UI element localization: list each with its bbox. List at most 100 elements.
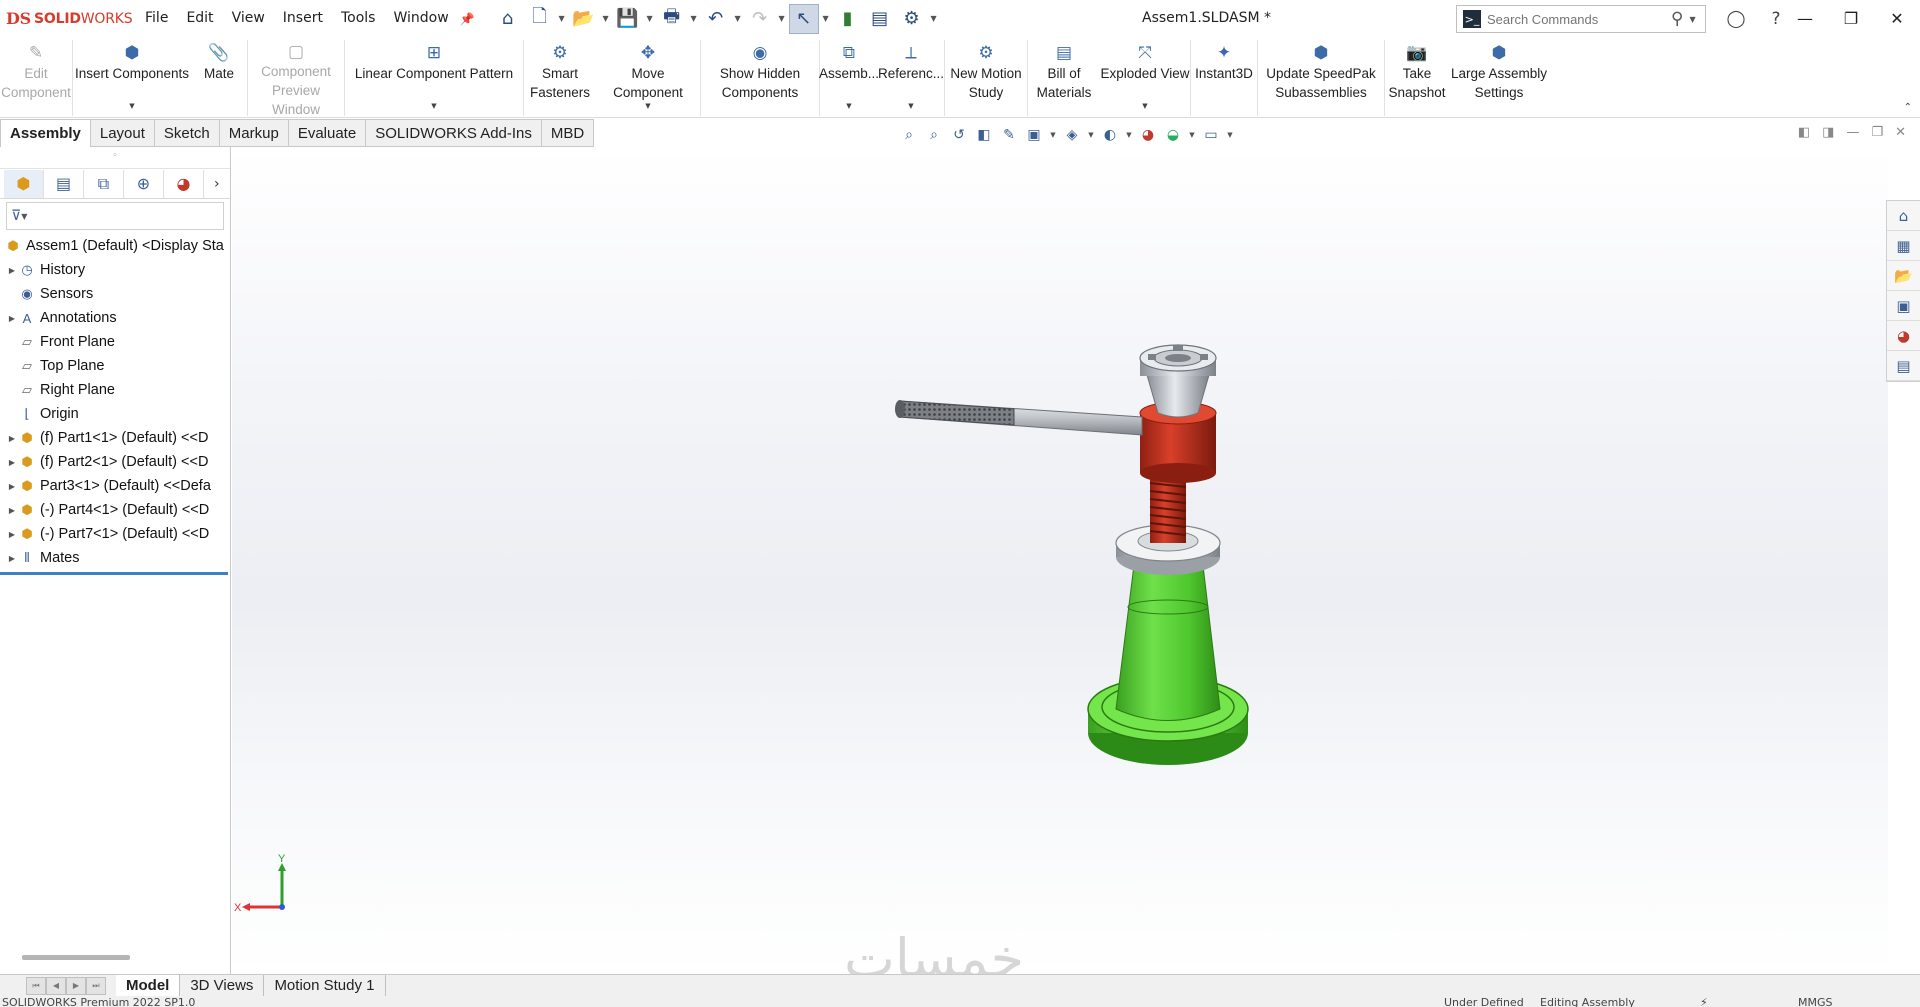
tree-item-part[interactable]: ▶ ⬢ (f) Part1<1> (Default) <<D (0, 426, 230, 450)
apply-scene-dropdown-icon[interactable]: ▼ (1187, 131, 1197, 139)
tile-left-icon[interactable]: ◧ (1798, 125, 1810, 140)
ribbon-dropdown-icon[interactable]: ▼ (645, 102, 650, 110)
ribbon-button-exploded-view[interactable]: ⤧ Exploded View ▼ (1100, 37, 1190, 118)
display-manager-tab-icon[interactable]: ◕ (164, 169, 204, 198)
appearances-scenes-icon[interactable]: ◕ (1887, 321, 1920, 351)
solidworks-resources-home-icon[interactable]: ⌂ (1887, 201, 1920, 231)
search-commands-box[interactable]: >_ ⚲ ▼ (1456, 5, 1706, 33)
undo-icon[interactable]: ↶ (701, 4, 731, 34)
ribbon-dropdown-icon[interactable]: ▼ (129, 102, 134, 110)
menu-view[interactable]: View (223, 0, 274, 37)
select-dropdown-icon[interactable]: ▼ (821, 14, 831, 23)
solidworks-logo[interactable]: DS SOLID WORKS (0, 9, 136, 28)
ribbon-dropdown-icon[interactable]: ▼ (846, 102, 851, 110)
expand-arrow-icon[interactable]: ▶ (6, 314, 18, 323)
configuration-manager-tab-icon[interactable]: ⧉ (84, 169, 124, 198)
tree-item-part[interactable]: ▶ ⬢ (-) Part7<1> (Default) <<D (0, 522, 230, 546)
menu-file[interactable]: File (136, 0, 177, 37)
last-tab-icon[interactable]: ⏭ (86, 976, 106, 995)
tab-markup[interactable]: Markup (219, 119, 289, 147)
redo-dropdown-icon[interactable]: ▼ (777, 14, 787, 23)
rebuild-status-icon[interactable]: ⚡ (1700, 997, 1708, 1007)
view-settings-dropdown-icon[interactable]: ▼ (1225, 131, 1235, 139)
hide-show-items-icon[interactable]: ◐ (1099, 125, 1121, 145)
options-gear-icon[interactable]: ⚙ (897, 4, 927, 34)
tree-filter-box[interactable]: ⊽ ▼ (6, 202, 224, 230)
first-tab-icon[interactable]: ⏮ (26, 976, 46, 995)
file-explorer-icon[interactable]: 📂 (1887, 261, 1920, 291)
tree-item-part[interactable]: ▶ ⬢ (f) Part2<1> (Default) <<D (0, 450, 230, 474)
design-library-icon[interactable]: ▦ (1887, 231, 1920, 261)
tree-item-plane[interactable]: ▶▱Top Plane (0, 354, 230, 378)
panel-grip-icon[interactable]: ◦ (0, 147, 230, 169)
expand-arrow-icon[interactable]: ▶ (6, 458, 18, 467)
display-style-dropdown-icon[interactable]: ▼ (1086, 131, 1096, 139)
viewport-close-icon[interactable]: ✕ (1895, 125, 1906, 140)
dimxpert-tab-icon[interactable]: ⊕ (124, 169, 164, 198)
home-icon[interactable]: ⌂ (493, 4, 523, 34)
screw-part[interactable] (1149, 477, 1187, 543)
tab-solidworks-add-ins[interactable]: SOLIDWORKS Add-Ins (366, 119, 542, 147)
menu-tools[interactable]: Tools (332, 0, 385, 37)
new-document-icon[interactable]: 🗋 (525, 4, 555, 34)
tree-rollback-bar[interactable] (0, 572, 228, 575)
base-part[interactable] (1087, 524, 1249, 765)
zoom-to-area-icon[interactable]: ⌕ (923, 125, 945, 145)
save-dropdown-icon[interactable]: ▼ (645, 14, 655, 23)
more-tabs-chevron-icon[interactable]: › (214, 176, 220, 192)
expand-arrow-icon[interactable]: ▶ (6, 554, 18, 563)
ribbon-button-bom[interactable]: ▤ Bill of Materials (1028, 37, 1100, 118)
open-dropdown-icon[interactable]: ▼ (601, 14, 611, 23)
account-icon[interactable]: ◯ (1716, 9, 1756, 29)
tree-item-plane[interactable]: ▶▱Right Plane (0, 378, 230, 402)
search-dropdown-icon[interactable]: ▼ (1689, 15, 1695, 24)
prev-tab-icon[interactable]: ◀ (46, 976, 66, 995)
ribbon-button-show-hidden[interactable]: ◉ Show Hidden Components (701, 37, 819, 118)
view-palette-icon[interactable]: ▣ (1887, 291, 1920, 321)
bottom-tab-motion-study-1[interactable]: Motion Study 1 (264, 974, 386, 997)
menu-window[interactable]: Window (384, 0, 457, 37)
expand-arrow-icon[interactable]: ▶ (6, 530, 18, 539)
previous-view-icon[interactable]: ↺ (948, 125, 970, 145)
screw-jack-model[interactable]: Y X (232, 147, 1888, 974)
menu-insert[interactable]: Insert (274, 0, 332, 37)
undo-dropdown-icon[interactable]: ▼ (733, 14, 743, 23)
viewport-minimize-icon[interactable]: — (1846, 125, 1859, 140)
property-manager-tab-icon[interactable]: ▤ (44, 169, 84, 198)
tile-right-icon[interactable]: ◨ (1822, 125, 1834, 140)
bottom-tab-3d-views[interactable]: 3D Views (180, 974, 265, 997)
expand-arrow-icon[interactable]: ▶ (6, 506, 18, 515)
zoom-to-fit-icon[interactable]: ⌕ (898, 125, 920, 145)
expand-arrow-icon[interactable]: ▶ (6, 266, 18, 275)
filter-icon[interactable]: ⊽ (11, 208, 21, 224)
options-dropdown-icon[interactable]: ▼ (929, 14, 939, 23)
tab-layout[interactable]: Layout (90, 119, 155, 147)
ribbon-button-reference-geometry[interactable]: ⟂ Referenc... ▼ (878, 37, 944, 118)
print-icon[interactable]: 🖶 (657, 4, 687, 34)
save-icon[interactable]: 💾 (613, 4, 643, 34)
tab-sketch[interactable]: Sketch (154, 119, 220, 147)
rebuild-traffic-light-icon[interactable]: ▮ (833, 4, 863, 34)
minimize-icon[interactable]: — (1782, 0, 1828, 37)
display-style-icon[interactable]: ◈ (1061, 125, 1083, 145)
expand-arrow-icon[interactable]: ▶ (6, 482, 18, 491)
ribbon-dropdown-icon[interactable]: ▼ (908, 102, 913, 110)
ribbon-button-motion-study[interactable]: ⚙ New Motion Study (945, 37, 1027, 118)
pin-icon[interactable]: 📌 (460, 12, 475, 26)
hide-show-dropdown-icon[interactable]: ▼ (1124, 131, 1134, 139)
tree-item-history[interactable]: ▶ ◷ History (0, 258, 230, 282)
collapse-ribbon-icon[interactable]: ⌃ (1904, 102, 1912, 113)
select-arrow-icon[interactable]: ↖ (788, 3, 819, 34)
tab-mbd[interactable]: MBD (541, 119, 595, 147)
open-folder-icon[interactable]: 📂 (569, 4, 599, 34)
file-properties-icon[interactable]: ▤ (865, 4, 895, 34)
restore-icon[interactable]: ❐ (1828, 0, 1874, 37)
ribbon-button-instant3d[interactable]: ✦ Instant3D (1191, 37, 1257, 118)
viewport-restore-icon[interactable]: ❐ (1871, 125, 1883, 140)
view-orientation-dropdown-icon[interactable]: ▼ (1048, 131, 1058, 139)
tab-assembly[interactable]: Assembly (0, 119, 91, 147)
tree-item-origin[interactable]: ▶⌊Origin (0, 402, 230, 426)
ribbon-dropdown-icon[interactable]: ▼ (431, 102, 436, 110)
redo-icon[interactable]: ↷ (745, 4, 775, 34)
view-orientation-icon[interactable]: ▣ (1023, 125, 1045, 145)
